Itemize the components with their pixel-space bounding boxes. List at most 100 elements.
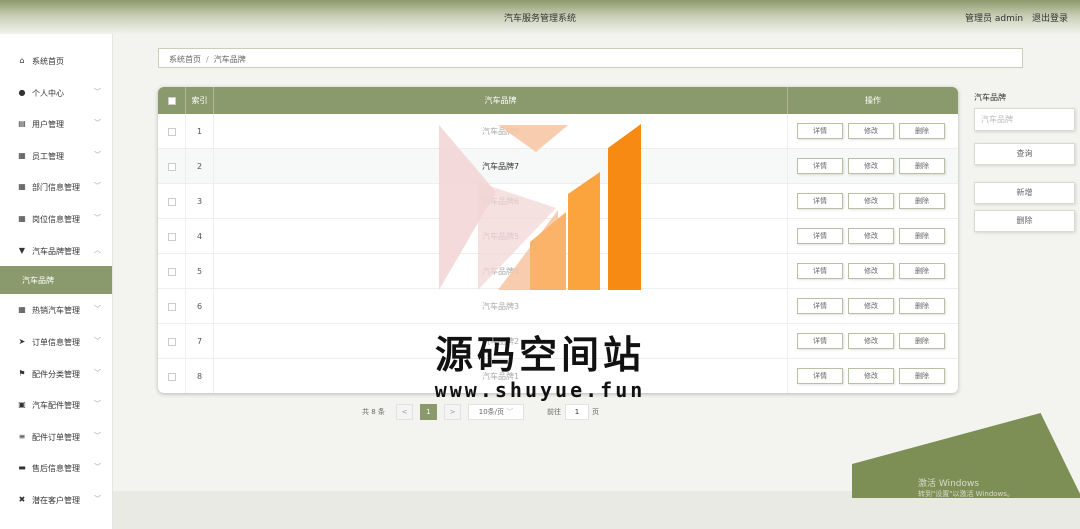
row-brand-name: 汽车品牌3 xyxy=(214,289,788,324)
breadcrumb: 系统首页 / 汽车品牌 xyxy=(158,48,1023,68)
row-checkbox[interactable] xyxy=(167,197,176,206)
row-checkbox[interactable] xyxy=(167,127,176,136)
search-label: 汽车品牌 xyxy=(974,93,1006,102)
row-index: 2 xyxy=(186,149,214,184)
sidebar-item-positions[interactable]: ▦ 岗位信息管理 ﹀ xyxy=(0,207,112,231)
sidebar-item-profile[interactable]: ● 个人中心 ﹀ xyxy=(0,81,112,105)
sidebar-item-label: 用户管理 xyxy=(32,120,64,129)
chevron-down-icon: ﹀ xyxy=(94,432,101,440)
breadcrumb-home[interactable]: 系统首页 xyxy=(169,55,201,64)
delete-button[interactable]: 删除 xyxy=(899,158,945,174)
select-all-checkbox-cell xyxy=(158,87,186,114)
page-size-select[interactable]: 10条/页 ﹀ xyxy=(468,404,524,420)
grid-icon: ▦ xyxy=(18,182,26,191)
user-name: 管理员 admin xyxy=(965,14,1024,24)
goto-page-input[interactable]: 1 xyxy=(565,404,589,420)
detail-button[interactable]: 详情 xyxy=(797,158,843,174)
sidebar-item-after-sales[interactable]: ▬ 售后信息管理 ﹀ xyxy=(0,456,112,480)
sidebar-item-label: 员工管理 xyxy=(32,152,64,161)
edit-button[interactable]: 修改 xyxy=(848,193,894,209)
sidebar-subitem-brand[interactable]: 汽车品牌 xyxy=(0,266,112,294)
chevron-down-icon: ﹀ xyxy=(94,182,101,190)
detail-button[interactable]: 详情 xyxy=(797,193,843,209)
chevron-down-icon: ﹀ xyxy=(94,151,101,159)
pagination-prev-button[interactable]: < xyxy=(396,404,413,420)
row-actions: 详情 修改 删除 xyxy=(788,184,958,219)
detail-button[interactable]: 详情 xyxy=(797,228,843,244)
sidebar-item-label: 售后信息管理 xyxy=(32,464,80,473)
sidebar-item-prospects[interactable]: ✖ 潜在客户管理 ﹀ xyxy=(0,488,112,512)
sidebar-item-part-orders[interactable]: ≡ 配件订单管理 ﹀ xyxy=(0,425,112,449)
logout-link[interactable]: 退出登录 xyxy=(1032,14,1068,24)
delete-button[interactable]: 删除 xyxy=(899,298,945,314)
select-all-checkbox[interactable] xyxy=(167,96,176,105)
windows-activation-title: 激活 Windows xyxy=(918,479,980,489)
brand-search-input[interactable]: 汽车品牌 xyxy=(974,108,1075,131)
users-icon: ✖ xyxy=(18,495,26,504)
windows-activation-hint: 转到"设置"以激活 Windows。 xyxy=(918,490,1014,498)
column-header-actions: 操作 xyxy=(865,96,881,105)
delete-button[interactable]: 删除 xyxy=(899,193,945,209)
delete-button[interactable]: 删除 xyxy=(899,263,945,279)
list-icon: ≡ xyxy=(18,432,26,441)
sidebar-item-home[interactable]: ⌂ 系统首页 xyxy=(0,49,112,73)
column-header-index: 索引 xyxy=(186,87,214,114)
row-checkbox[interactable] xyxy=(167,302,176,311)
edit-button[interactable]: 修改 xyxy=(848,228,894,244)
sidebar-item-label: 热销汽车管理 xyxy=(32,306,80,315)
home-icon: ⌂ xyxy=(19,56,25,65)
app-title: 汽车服务管理系统 xyxy=(503,14,576,24)
pagination-next-button[interactable]: > xyxy=(444,404,461,420)
pagination-total: 共 8 条 xyxy=(362,408,385,416)
sidebar-item-brands[interactable]: ▼ 汽车品牌管理 ︿ xyxy=(0,239,112,263)
sidebar-item-label: 配件订单管理 xyxy=(32,433,80,442)
logo-bar-3 xyxy=(608,124,641,290)
goto-label: 前往 xyxy=(547,408,561,416)
sidebar: ⌂ 系统首页 ● 个人中心 ﹀ ▤ 用户管理 ﹀ ▦ 员工管理 ﹀ ▦ 部门信息管理 ﹀ ▦ 岗位信… xyxy=(0,34,113,529)
row-checkbox[interactable] xyxy=(167,267,176,276)
sidebar-item-hot-cars[interactable]: ▦ 热销汽车管理 ﹀ xyxy=(0,298,112,322)
add-button[interactable]: 新增 xyxy=(974,182,1075,204)
row-actions: 详情 修改 删除 xyxy=(788,219,958,254)
edit-button[interactable]: 修改 xyxy=(848,158,894,174)
row-checkbox[interactable] xyxy=(167,162,176,171)
pagination-page-1[interactable]: 1 xyxy=(420,404,437,420)
edit-button[interactable]: 修改 xyxy=(848,123,894,139)
top-bar: 汽车服务管理系统 管理员 admin 退出登录 xyxy=(0,0,1080,34)
sidebar-item-label: 部门信息管理 xyxy=(32,183,80,192)
delete-button[interactable]: 删除 xyxy=(899,228,945,244)
chevron-down-icon: ﹀ xyxy=(94,305,101,313)
user-area: 管理员 admin 退出登录 xyxy=(959,11,1068,24)
chevron-down-icon: ﹀ xyxy=(94,88,101,96)
sidebar-item-label: 岗位信息管理 xyxy=(32,215,80,224)
grid-icon: ▦ xyxy=(18,151,26,160)
detail-button[interactable]: 详情 xyxy=(797,263,843,279)
row-index: 5 xyxy=(186,254,214,289)
query-button[interactable]: 查询 xyxy=(974,143,1075,165)
grid-icon: ▦ xyxy=(18,214,26,223)
sidebar-item-label: 汽车品牌管理 xyxy=(32,247,80,256)
row-actions: 详情 修改 删除 xyxy=(788,114,958,149)
detail-button[interactable]: 详情 xyxy=(797,298,843,314)
sidebar-item-users[interactable]: ▤ 用户管理 ﹀ xyxy=(0,112,112,136)
clipboard-icon: ▤ xyxy=(18,119,26,128)
row-checkbox-cell xyxy=(158,184,186,219)
row-actions: 详情 修改 删除 xyxy=(788,254,958,289)
row-checkbox-cell xyxy=(158,219,186,254)
edit-button[interactable]: 修改 xyxy=(848,263,894,279)
row-index: 4 xyxy=(186,219,214,254)
chat-icon: ▬ xyxy=(18,463,26,472)
watermark-title: 源码空间站 xyxy=(434,333,645,377)
row-checkbox[interactable] xyxy=(167,232,176,241)
chevron-up-icon: ︿ xyxy=(94,246,101,254)
watermark-url: www.shuyue.fun xyxy=(434,378,646,402)
chevron-down-icon: ﹀ xyxy=(94,214,101,222)
delete-button[interactable]: 删除 xyxy=(899,123,945,139)
delete-selected-button[interactable]: 删除 xyxy=(974,210,1075,232)
grid-icon: ▦ xyxy=(18,305,26,314)
sidebar-item-departments[interactable]: ▦ 部门信息管理 ﹀ xyxy=(0,175,112,199)
edit-button[interactable]: 修改 xyxy=(848,298,894,314)
detail-button[interactable]: 详情 xyxy=(797,123,843,139)
sidebar-item-staff[interactable]: ▦ 员工管理 ﹀ xyxy=(0,144,112,168)
row-checkbox-cell xyxy=(158,254,186,289)
